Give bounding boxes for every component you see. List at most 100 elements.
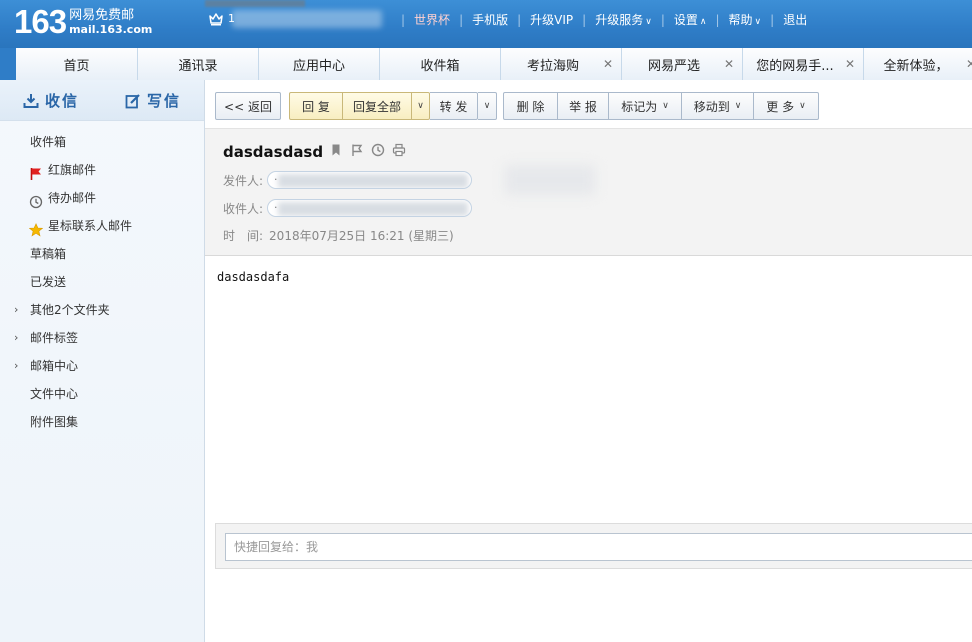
mail-header: dasdasdasd 发件人: · 收件人: · 时 间: 2018年07月25… <box>205 128 972 256</box>
chevron-up-icon: ∧ <box>699 17 707 27</box>
sidebar-folder-4[interactable]: 草稿箱 <box>0 240 204 268</box>
chevron-down-icon: ∨ <box>734 101 742 111</box>
reply-button[interactable]: 回 复 <box>289 92 343 120</box>
close-icon[interactable]: ✕ <box>603 57 613 71</box>
sidebar-folder-9[interactable]: 文件中心 <box>0 380 204 408</box>
clock-icon <box>29 191 43 209</box>
sidebar-folder-label: 待办邮件 <box>48 191 97 205</box>
tab-5[interactable]: 网易严选 ✕ <box>621 48 742 80</box>
report-button[interactable]: 举 报 <box>558 92 609 120</box>
receive-mail-button[interactable]: 收信 <box>0 80 102 121</box>
chevron-right-icon[interactable]: › <box>14 352 18 380</box>
more-button[interactable]: 更 多 ∨ <box>754 92 819 120</box>
top-nav-item[interactable]: 世界杯 <box>414 11 450 28</box>
sidebar-folder-label: 邮箱中心 <box>30 359 79 373</box>
forward-button[interactable]: 转 发 <box>430 92 478 120</box>
close-icon[interactable]: ✕ <box>845 57 855 71</box>
recipient-address[interactable]: · <box>267 199 473 217</box>
tab-3[interactable]: 收件箱 <box>379 48 500 80</box>
top-nav-item[interactable]: 升级服务 ∨ <box>595 11 652 28</box>
logo-number: 163 <box>14 3 67 40</box>
sidebar-folder-label: 附件图集 <box>30 415 79 429</box>
tab-0[interactable]: 首页 <box>16 48 137 80</box>
top-nav-item[interactable]: 手机版 <box>472 11 508 28</box>
nav-separator: | <box>517 12 522 27</box>
tab-label: 通讯录 <box>178 58 218 74</box>
top-nav-item[interactable]: 设置 ∧ <box>674 11 707 28</box>
back-button[interactable]: << 返回 <box>215 92 281 120</box>
reply-all-button[interactable]: 回复全部 <box>343 92 412 120</box>
more-button-label: 更 多 <box>766 99 795 114</box>
sidebar-folder-label: 收件箱 <box>30 135 67 149</box>
reply-dropdown-button[interactable]: ∨ <box>412 92 430 120</box>
compose-label: 写信 <box>146 92 181 110</box>
top-nav-item[interactable]: 升级VIP <box>530 11 573 28</box>
nav-separator: | <box>660 12 665 27</box>
compose-button[interactable]: 写信 <box>102 80 204 121</box>
nav-separator: | <box>459 12 464 27</box>
username-redacted[interactable] <box>232 10 382 28</box>
mail-toolbar: << 返回 回 复 回复全部 ∨ 转 发 ∨ 删 除 举 报 标记为 ∨ 移动到 ∨ <box>215 92 819 120</box>
chevron-down-icon: ∨ <box>483 101 491 111</box>
chevron-right-icon[interactable]: › <box>14 296 18 324</box>
close-icon[interactable]: ✕ <box>724 57 734 71</box>
sidebar-folder-label: 草稿箱 <box>30 247 67 261</box>
pencil-icon <box>125 93 140 108</box>
delete-button[interactable]: 删 除 <box>503 92 558 120</box>
move-to-button-label: 移动到 <box>693 99 730 114</box>
tab-label: 您的网易手... <box>756 58 834 74</box>
sidebar: 收信 写信 收件箱 红旗邮件 待办邮件 星标联系人邮件 草稿箱 已发送 › 其他2个文件夹 › 邮… <box>0 80 205 642</box>
tab-4[interactable]: 考拉海购 ✕ <box>500 48 621 80</box>
mark-as-button[interactable]: 标记为 ∨ <box>609 92 682 120</box>
to-row: 收件人: · <box>223 199 473 217</box>
sidebar-folder-1[interactable]: 红旗邮件 <box>0 156 204 184</box>
chevron-down-icon: ∨ <box>662 101 669 111</box>
tab-label: 收件箱 <box>420 58 460 74</box>
forward-dropdown-button[interactable]: ∨ <box>478 92 497 120</box>
sidebar-folder-10[interactable]: 附件图集 <box>0 408 204 436</box>
quick-reply-panel: 快捷回复给：我 <box>215 523 972 569</box>
flag-icon[interactable] <box>350 143 364 157</box>
receive-mail-label: 收信 <box>44 92 79 110</box>
sidebar-folder-label: 已发送 <box>30 275 67 289</box>
chevron-down-icon: ∨ <box>754 17 762 27</box>
tab-7[interactable]: 全新体验， ✕ <box>863 48 972 80</box>
sidebar-folder-7[interactable]: › 邮件标签 <box>0 324 204 352</box>
close-icon[interactable]: ✕ <box>966 57 972 71</box>
top-nav-item[interactable]: 退出 <box>783 11 807 28</box>
sidebar-folder-3[interactable]: 星标联系人邮件 <box>0 212 204 240</box>
sidebar-folder-label: 文件中心 <box>30 387 79 401</box>
sidebar-folder-2[interactable]: 待办邮件 <box>0 184 204 212</box>
back-button-label: << 返回 <box>224 99 272 114</box>
tab-6[interactable]: 您的网易手... ✕ <box>742 48 863 80</box>
download-icon <box>23 93 39 108</box>
clock-icon[interactable] <box>371 143 385 157</box>
time-row: 时 间: 2018年07月25日 16:21 (星期三) <box>223 227 454 244</box>
mail-body: dasdasdafa <box>217 270 290 284</box>
bookmark-icon[interactable] <box>329 143 343 157</box>
sidebar-folder-8[interactable]: › 邮箱中心 <box>0 352 204 380</box>
sender-address[interactable]: · <box>267 171 473 189</box>
sidebar-folder-6[interactable]: › 其他2个文件夹 <box>0 296 204 324</box>
nav-separator: | <box>582 12 587 27</box>
quick-reply-input[interactable]: 快捷回复给：我 <box>225 533 972 561</box>
sidebar-folder-5[interactable]: 已发送 <box>0 268 204 296</box>
crown-icon[interactable] <box>208 11 224 27</box>
report-button-label: 举 报 <box>569 99 597 114</box>
sidebar-folder-0[interactable]: 收件箱 <box>0 128 204 156</box>
print-icon[interactable] <box>392 143 406 157</box>
tab-label: 应用中心 <box>292 58 345 74</box>
logo[interactable]: 163 网易免费邮 mail.163.com <box>14 4 152 40</box>
top-nav-item[interactable]: 帮助 ∨ <box>729 11 762 28</box>
chevron-right-icon[interactable]: › <box>14 324 18 352</box>
chevron-down-icon: ∨ <box>645 17 652 27</box>
nav-separator: | <box>770 12 775 27</box>
tab-2[interactable]: 应用中心 <box>258 48 379 80</box>
sidebar-folder-label: 红旗邮件 <box>48 163 97 177</box>
mail-read-view: << 返回 回 复 回复全部 ∨ 转 发 ∨ 删 除 举 报 标记为 ∨ 移动到 ∨ <box>205 80 972 642</box>
time-label: 时 间: <box>223 229 264 243</box>
red-flag-icon <box>29 163 43 180</box>
tab-1[interactable]: 通讯录 <box>137 48 258 80</box>
move-to-button[interactable]: 移动到 ∨ <box>682 92 754 120</box>
logo-domain: mail.163.com <box>69 23 153 36</box>
